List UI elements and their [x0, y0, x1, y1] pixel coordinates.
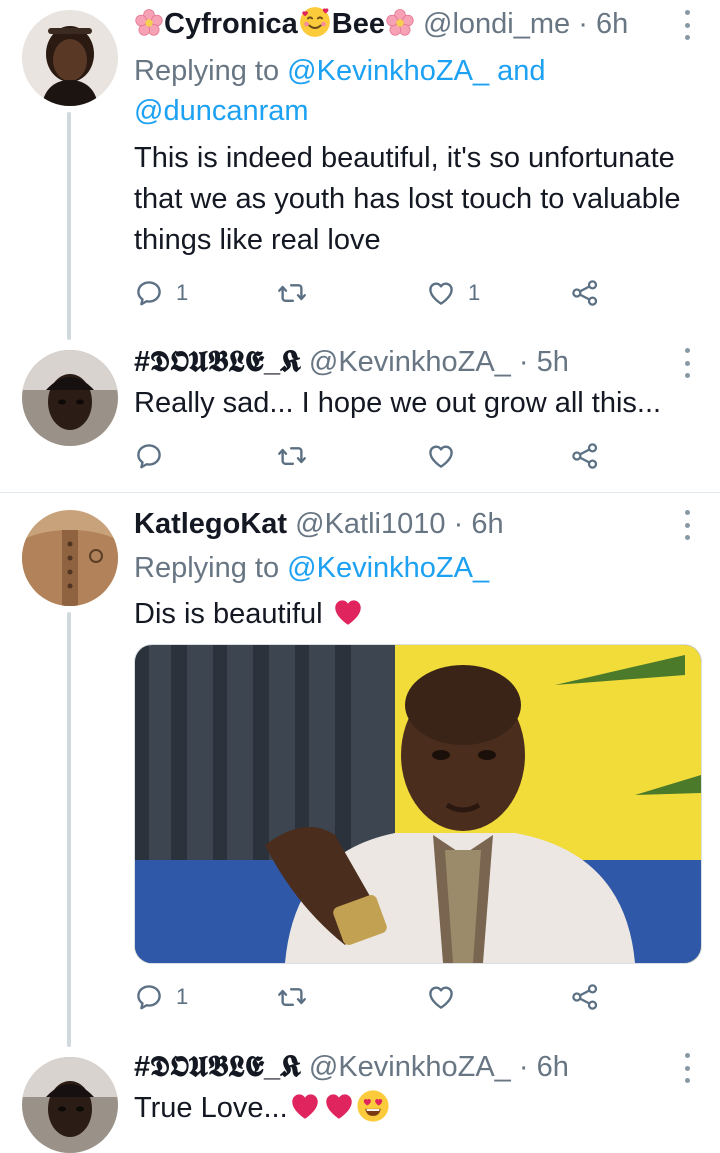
- red-heart-icon: [331, 595, 365, 629]
- user-handle[interactable]: @KevinkhoZA_: [309, 1051, 511, 1083]
- share-icon: [570, 982, 600, 1012]
- display-name[interactable]: Cyfronica: [164, 8, 298, 40]
- user-handle[interactable]: @Katli1010: [295, 508, 445, 540]
- display-name[interactable]: #𝕯𝕺𝖀𝕭𝕷𝕰_𝕶: [134, 1051, 301, 1083]
- like-button[interactable]: [426, 436, 456, 476]
- user-handle[interactable]: @londi_me: [423, 8, 570, 40]
- tweet-text-content: True Love...: [134, 1092, 288, 1124]
- reply-button[interactable]: [134, 436, 164, 476]
- tweet-header: Cyfronica Bee @londi_me · 6h: [134, 6, 670, 42]
- like-button[interactable]: 1: [426, 273, 480, 313]
- reply-button[interactable]: 1: [134, 273, 188, 313]
- mention-link[interactable]: @KevinkhoZA_: [287, 552, 489, 584]
- more-vertical-icon[interactable]: [682, 510, 692, 540]
- tweet-image[interactable]: [134, 644, 702, 964]
- retweet-icon: [277, 982, 307, 1012]
- tweet-text: Really sad... I hope we out grow all thi…: [134, 387, 662, 419]
- replying-to-label: Replying to: [134, 552, 280, 584]
- tweet-text: This is indeed beautiful, it's so unfort…: [134, 142, 681, 256]
- tweet-text: Dis is beautiful: [134, 594, 696, 635]
- replying-to: Replying to @KevinkhoZA_: [134, 548, 690, 588]
- separator-dot: ·: [453, 508, 464, 540]
- separator-dot: ·: [578, 8, 588, 40]
- like-button[interactable]: [426, 977, 456, 1017]
- tweet-header: KatlegoKat @Katli1010 · 6h: [134, 506, 670, 542]
- timestamp[interactable]: 5h: [537, 346, 569, 378]
- retweet-button[interactable]: [277, 436, 307, 476]
- reply-icon: [134, 441, 164, 471]
- share-icon: [570, 441, 600, 471]
- tweet-4[interactable]: #𝕯𝕺𝖀𝕭𝕷𝕰_𝕶 @KevinkhoZA_ · 6h True Love...: [0, 1045, 720, 1153]
- red-heart-icon: [322, 1089, 356, 1123]
- replying-to-label: Replying to: [134, 55, 280, 87]
- separator-dot: ·: [518, 346, 529, 378]
- thread-line: [67, 112, 71, 340]
- tweet-1[interactable]: Cyfronica Bee @londi_me · 6h Replying to …: [0, 0, 720, 340]
- heart-icon: [426, 441, 456, 471]
- share-button[interactable]: [570, 273, 600, 313]
- thread-line: [67, 612, 71, 1047]
- cherry-blossom-icon: [385, 8, 415, 38]
- tweet-text-content: Dis is beautiful: [134, 598, 323, 630]
- smiling-face-with-hearts-icon: [298, 6, 332, 39]
- heart-icon: [426, 982, 456, 1012]
- avatar[interactable]: [22, 350, 118, 446]
- mention-and[interactable]: and: [497, 55, 545, 87]
- tweet-2[interactable]: #𝕯𝕺𝖀𝕭𝕷𝕰_𝕶 @KevinkhoZA_ · 5h Really sad..…: [0, 340, 720, 490]
- tweet-header: #𝕯𝕺𝖀𝕭𝕷𝕰_𝕶 @KevinkhoZA_ · 6h: [134, 1049, 670, 1085]
- timestamp[interactable]: 6h: [596, 8, 628, 40]
- reply-count: 1: [176, 984, 189, 1009]
- reply-count: 1: [176, 280, 189, 305]
- replying-to: Replying to @KevinkhoZA_ and @duncanram: [134, 51, 690, 131]
- reply-icon: [134, 278, 164, 308]
- retweet-icon: [277, 278, 307, 308]
- retweet-button[interactable]: [277, 273, 307, 313]
- cherry-blossom-icon: [134, 8, 164, 38]
- avatar[interactable]: [22, 10, 118, 106]
- tweet-3[interactable]: KatlegoKat @Katli1010 · 6h Replying to @…: [0, 500, 720, 1047]
- tweet-header: #𝕯𝕺𝖀𝕭𝕷𝕰_𝕶 @KevinkhoZA_ · 5h: [134, 344, 670, 380]
- heart-icon: [426, 278, 456, 308]
- retweet-icon: [277, 441, 307, 471]
- reply-button[interactable]: 1: [134, 977, 188, 1017]
- more-vertical-icon[interactable]: [682, 348, 692, 378]
- avatar[interactable]: [22, 510, 118, 606]
- mention-link[interactable]: @KevinkhoZA_: [287, 55, 489, 87]
- timestamp[interactable]: 6h: [471, 508, 503, 540]
- display-name[interactable]: #𝕯𝕺𝖀𝕭𝕷𝕰_𝕶: [134, 346, 301, 378]
- tweet-actions: 1 1: [134, 273, 614, 313]
- more-vertical-icon[interactable]: [682, 10, 692, 40]
- photo-of-man-speaking: [135, 645, 701, 963]
- display-name[interactable]: KatlegoKat: [134, 508, 287, 540]
- separator-dot: ·: [518, 1051, 529, 1083]
- retweet-button[interactable]: [277, 977, 307, 1017]
- mention-link[interactable]: @duncanram: [134, 95, 309, 127]
- share-button[interactable]: [570, 977, 600, 1017]
- share-icon: [570, 278, 600, 308]
- divider: [0, 492, 720, 493]
- user-handle[interactable]: @KevinkhoZA_: [309, 346, 511, 378]
- tweet-actions: [134, 436, 614, 476]
- tweet-text: True Love...: [134, 1088, 696, 1129]
- red-heart-icon: [288, 1089, 322, 1123]
- tweet-actions: 1: [134, 977, 614, 1017]
- like-count: 1: [468, 280, 481, 305]
- heart-eyes-face-icon: [356, 1089, 390, 1123]
- display-name-suffix[interactable]: Bee: [332, 8, 385, 40]
- reply-icon: [134, 982, 164, 1012]
- avatar[interactable]: [22, 1057, 118, 1153]
- more-vertical-icon[interactable]: [682, 1053, 692, 1083]
- share-button[interactable]: [570, 436, 600, 476]
- timestamp[interactable]: 6h: [537, 1051, 569, 1083]
